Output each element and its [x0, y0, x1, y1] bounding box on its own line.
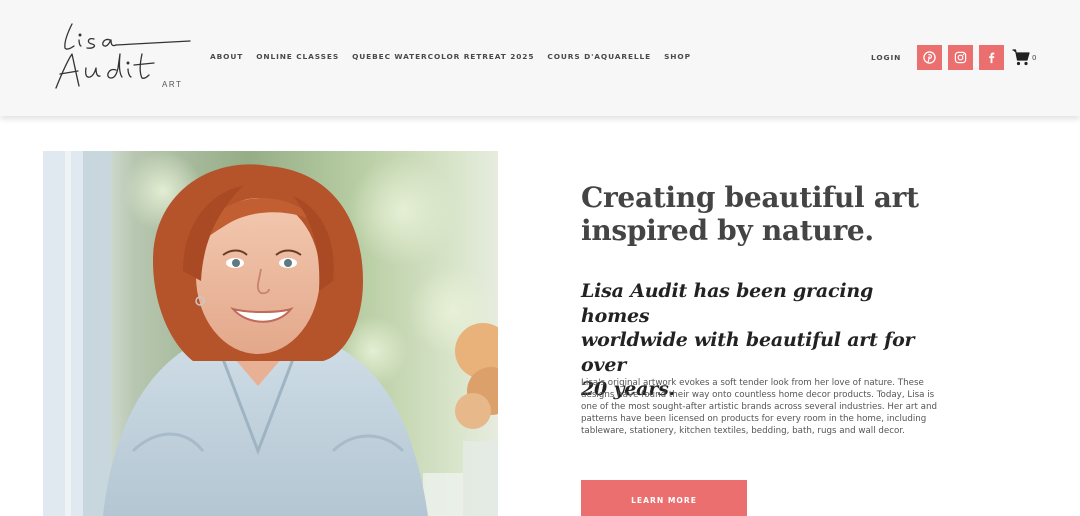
- login-link[interactable]: LOGIN: [871, 53, 901, 62]
- facebook-icon: [989, 52, 995, 64]
- logo-art-label: ART: [162, 80, 183, 89]
- learn-more-button[interactable]: LEARN MORE: [581, 480, 747, 516]
- lisa-audit-logo[interactable]: ART: [50, 18, 195, 96]
- nav-item-about[interactable]: ABOUT: [210, 52, 243, 61]
- cart-icon[interactable]: [1012, 49, 1030, 66]
- hero-body-text: Lisa's original artwork evokes a soft te…: [581, 378, 938, 436]
- site-header: ART ABOUT ONLINE CLASSES QUEBEC WATERCOL…: [0, 0, 1080, 116]
- nav-item-quebec-retreat[interactable]: QUEBEC WATERCOLOR RETREAT 2025: [352, 52, 534, 61]
- headline-line-1: Creating beautiful art: [581, 181, 919, 214]
- pinterest-icon: [923, 51, 936, 64]
- cart-count: 0: [1032, 54, 1037, 62]
- hero-portrait-photo: [43, 151, 498, 516]
- hero-headline: Creating beautiful art inspired by natur…: [581, 181, 1001, 247]
- instagram-button[interactable]: [948, 45, 973, 70]
- nav-item-cours-aquarelle[interactable]: COURS D'AQUARELLE: [547, 52, 651, 61]
- main-navigation: ABOUT ONLINE CLASSES QUEBEC WATERCOLOR R…: [210, 52, 704, 61]
- subhead-line-1: Lisa Audit has been gracing homes: [581, 280, 874, 327]
- nav-item-online-classes[interactable]: ONLINE CLASSES: [256, 52, 339, 61]
- nav-item-shop[interactable]: SHOP: [664, 52, 691, 61]
- facebook-button[interactable]: [979, 45, 1004, 70]
- subhead-line-2: worldwide with beautiful art for over: [581, 329, 915, 376]
- headline-line-2: inspired by nature.: [581, 214, 874, 247]
- instagram-icon: [954, 51, 967, 64]
- portrait-illustration: [43, 151, 498, 516]
- pinterest-button[interactable]: [917, 45, 942, 70]
